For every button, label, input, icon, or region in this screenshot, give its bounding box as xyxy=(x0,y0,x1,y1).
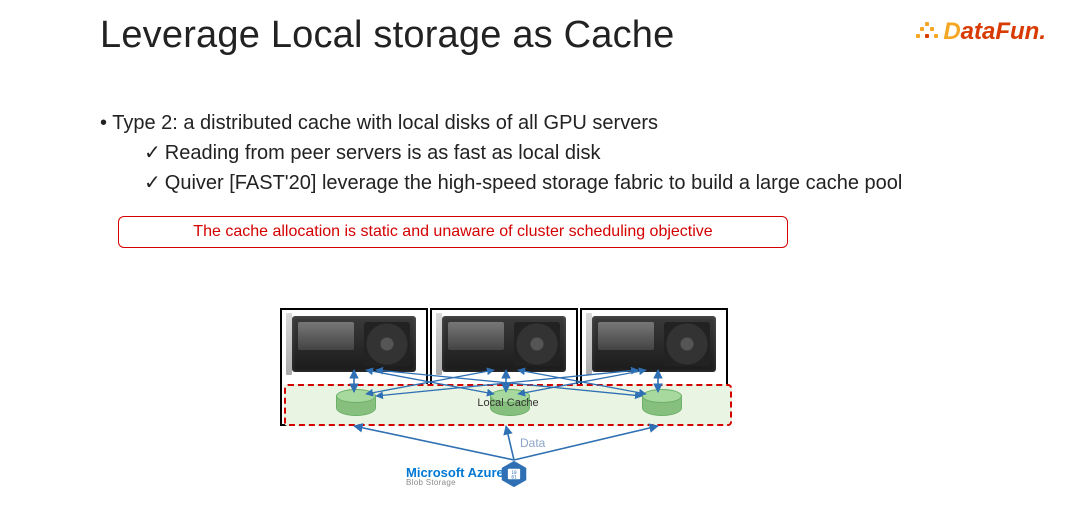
gpu-card-icon xyxy=(442,316,566,372)
datafun-logo: DataFun. xyxy=(943,18,1046,46)
architecture-diagram: Local Cache Data Microsoft Azure Blob St… xyxy=(280,308,740,508)
gpu-card-icon xyxy=(592,316,716,372)
azure-sub-label: Blob Storage xyxy=(406,479,504,487)
bullet-level2-a: Reading from peer servers is as fast as … xyxy=(144,138,1020,168)
bullet-list: Type 2: a distributed cache with local d… xyxy=(100,108,1020,198)
logo-letter-d: D xyxy=(943,18,960,45)
local-cache-label: Local Cache xyxy=(286,397,730,409)
logo-dots xyxy=(916,22,938,44)
svg-text:01: 01 xyxy=(511,474,517,480)
logo-rest: ataFun. xyxy=(961,18,1046,45)
bullet-level1: Type 2: a distributed cache with local d… xyxy=(100,108,1020,138)
callout-box: The cache allocation is static and unawa… xyxy=(118,216,788,248)
data-flow-label: Data xyxy=(520,436,545,450)
blob-storage-icon: 10 01 xyxy=(500,460,528,488)
bullet-level2-b: Quiver [FAST'20] leverage the high-speed… xyxy=(144,168,1020,198)
gpu-card-icon xyxy=(292,316,416,372)
azure-blob-label: Microsoft Azure Blob Storage xyxy=(406,466,504,487)
slide-title: Leverage Local storage as Cache xyxy=(100,14,674,57)
local-cache-strip: Local Cache xyxy=(284,384,732,426)
